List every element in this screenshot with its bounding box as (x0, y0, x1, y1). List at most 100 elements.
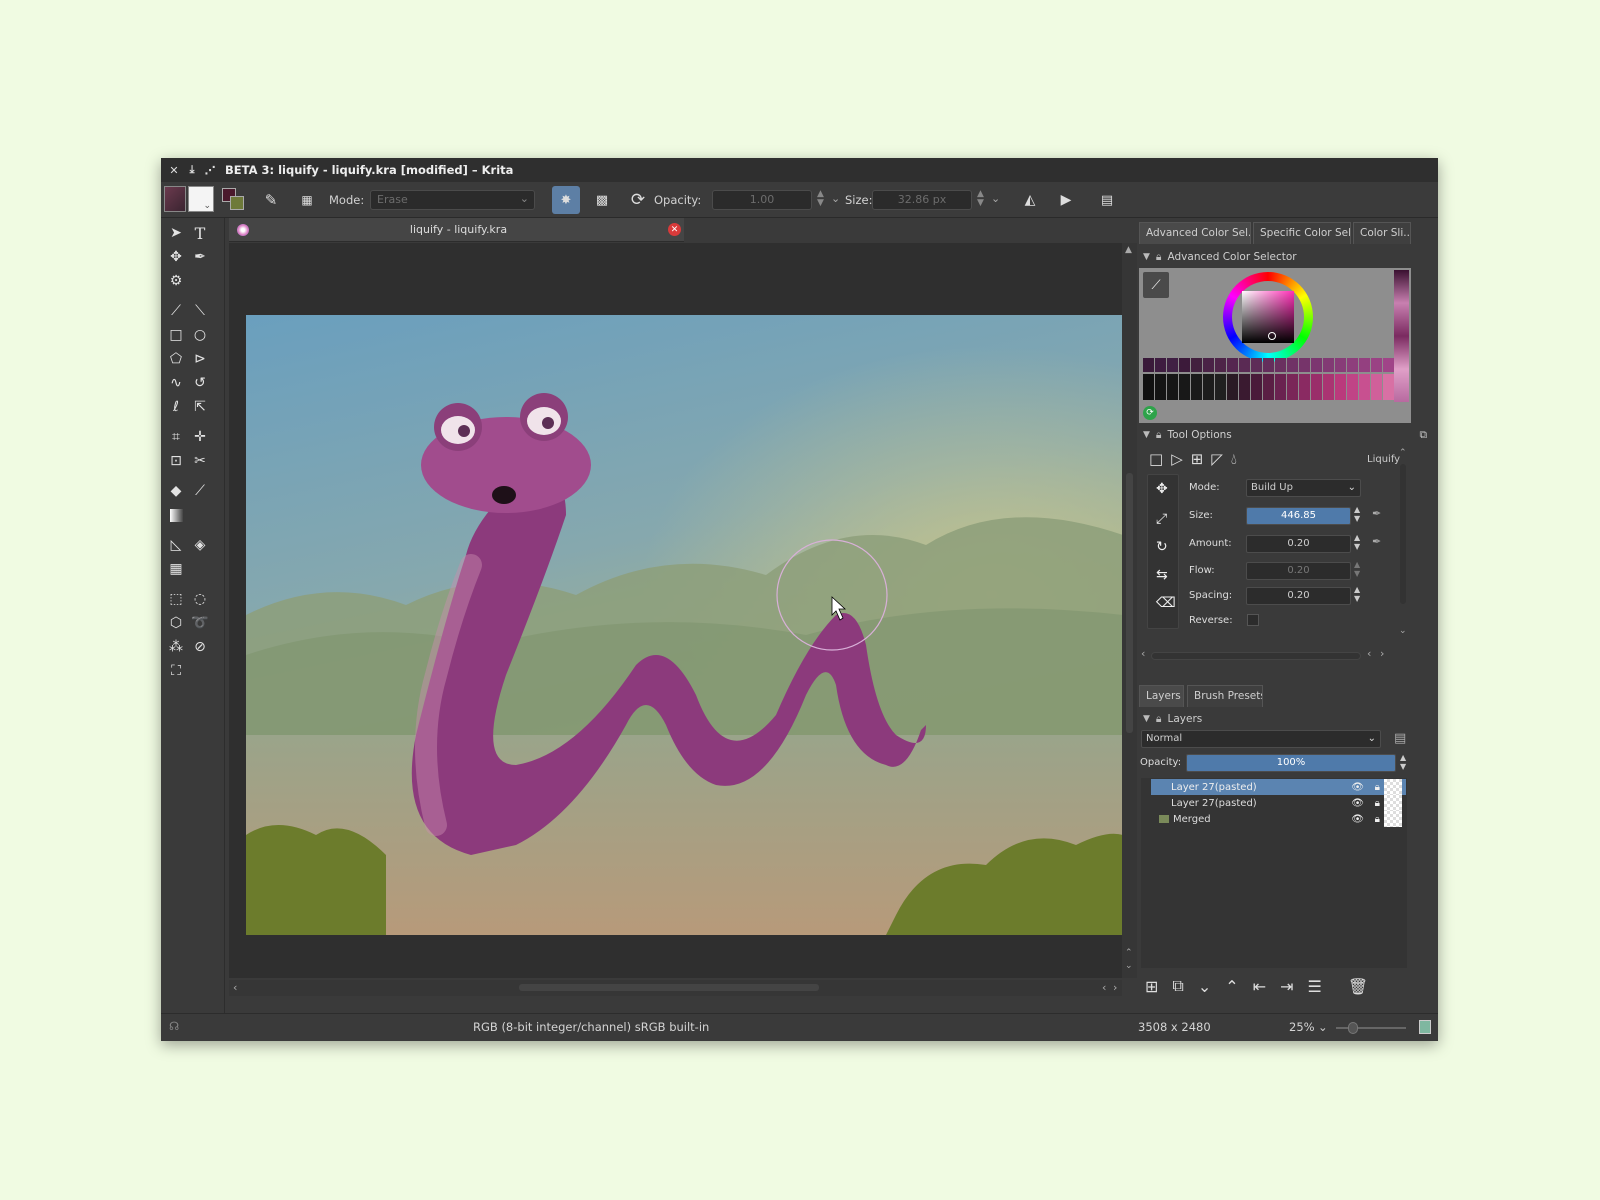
color-patch[interactable] (1323, 374, 1334, 400)
liquify-mode-select[interactable]: Build Up ⌄ (1246, 479, 1361, 497)
scroll-down-icon[interactable]: ⌄ (1125, 961, 1133, 971)
vertical-scrollbar[interactable]: ▲ ⌃ ⌄ (1122, 243, 1137, 978)
scroll-up-icon[interactable]: ⌃ (1399, 448, 1407, 458)
tab-brush-presets[interactable]: Brush Presets (1187, 685, 1263, 707)
liquify-size-input[interactable]: 446.85 (1246, 507, 1351, 525)
scroll-left-icon[interactable]: ‹ (1141, 647, 1145, 660)
undo-mode-icon[interactable]: ⌫ (1156, 595, 1176, 611)
color-patch[interactable] (1359, 358, 1370, 372)
color-patches[interactable] (1143, 358, 1394, 402)
scroll-up-icon[interactable]: ⌃ (1125, 948, 1133, 958)
document-tab[interactable]: liquify - liquify.kra ✕ (229, 218, 684, 242)
color-patch[interactable] (1143, 358, 1154, 372)
erase-mode-toggle[interactable]: ✸ (552, 186, 580, 214)
polyline-tool[interactable]: ⊳ (189, 348, 211, 370)
scroll-left-icon[interactable]: ‹ (1102, 981, 1106, 994)
minimize-window-icon[interactable]: ⤓ (183, 163, 201, 177)
maximize-window-icon[interactable]: ⋰ (201, 164, 219, 177)
color-patch[interactable] (1227, 374, 1238, 400)
grid-tool[interactable]: ▦ (165, 558, 187, 580)
canvas-viewport[interactable] (229, 243, 1123, 978)
color-patch[interactable] (1263, 374, 1274, 400)
color-selector-area[interactable]: ⟋ ⟳ (1139, 268, 1411, 423)
lock-icon[interactable]: 🔒︎ (1375, 782, 1380, 793)
layer-properties-icon[interactable]: ☰ (1307, 977, 1321, 996)
color-patch[interactable] (1167, 358, 1178, 372)
color-patch[interactable] (1167, 374, 1178, 400)
color-patch[interactable] (1359, 374, 1370, 400)
zoom-slider[interactable] (1336, 1022, 1406, 1034)
chevron-down-icon[interactable]: ⌄ (831, 192, 840, 205)
select-shapes-tool[interactable]: ➤ (165, 222, 187, 244)
color-patch[interactable] (1299, 374, 1310, 400)
pressure-pen-icon[interactable]: ✒ (1372, 507, 1381, 520)
scroll-down-icon[interactable]: ⌄ (1399, 626, 1407, 636)
flow-spinner-icon[interactable]: ▲ ▼ (1354, 560, 1360, 578)
hue-ring[interactable] (1223, 272, 1313, 362)
contiguous-select-tool[interactable]: ⁂ (165, 636, 187, 658)
opacity-slider[interactable]: 1.00 (712, 190, 812, 210)
rect-select-tool[interactable]: ⬚ (165, 588, 187, 610)
color-patch[interactable] (1215, 374, 1226, 400)
liquify-flow-input[interactable]: 0.20 (1246, 562, 1351, 580)
calligraphy-tool[interactable]: ✒ (189, 246, 211, 268)
visibility-eye-icon[interactable]: 👁︎ (1351, 798, 1364, 809)
layer-row[interactable]: Layer 27(pasted) 👁︎ 🔒︎ (1151, 795, 1406, 811)
layer-filter-icon[interactable]: ▤ (1394, 731, 1406, 746)
scale-mode-icon[interactable]: ⤢ (1156, 511, 1167, 527)
worm-painting[interactable] (246, 315, 1123, 935)
color-patch[interactable] (1287, 374, 1298, 400)
bezier-tool[interactable]: ∿ (165, 372, 187, 394)
brush-preset-button[interactable]: ✎ (257, 186, 285, 214)
horizontal-scrollbar[interactable]: ‹ ‹ › (229, 980, 1122, 996)
chevron-down-icon[interactable]: ⌄ (1318, 1020, 1328, 1034)
color-patch[interactable] (1371, 374, 1382, 400)
zoom-level[interactable]: 25% (1289, 1020, 1315, 1034)
close-window-icon[interactable]: ✕ (165, 164, 183, 177)
color-patch[interactable] (1263, 358, 1274, 372)
move-into-group-icon[interactable]: ⇤ (1253, 977, 1266, 996)
offset-mode-icon[interactable]: ⇆ (1156, 567, 1168, 583)
color-patch[interactable] (1179, 358, 1190, 372)
color-patch[interactable] (1191, 374, 1202, 400)
refresh-colors-icon[interactable]: ⟳ (1143, 406, 1157, 420)
layer-blend-mode-select[interactable]: Normal ⌄ (1141, 730, 1381, 748)
mirror-vertical-button[interactable]: ▶ (1052, 186, 1080, 214)
free-transform-icon[interactable]: □ (1149, 450, 1163, 468)
gradient-chooser[interactable]: ⌄ (188, 186, 214, 212)
color-patch[interactable] (1179, 374, 1190, 400)
color-patch[interactable] (1215, 358, 1226, 372)
color-patch[interactable] (1275, 374, 1286, 400)
color-patch[interactable] (1239, 358, 1250, 372)
move-out-group-icon[interactable]: ⇥ (1280, 977, 1293, 996)
color-patch[interactable] (1383, 374, 1394, 400)
reload-preset-button[interactable]: ⟳ (624, 186, 652, 214)
lock-icon[interactable]: 🔒︎ (1156, 429, 1162, 442)
edit-shapes-tool[interactable]: ✥ (165, 246, 187, 268)
crop-tool[interactable]: ⌗ (165, 426, 187, 448)
reverse-checkbox[interactable] (1247, 614, 1259, 626)
visibility-eye-icon[interactable]: 👁︎ (1351, 782, 1364, 793)
color-picker-tool[interactable]: ⟋ (189, 480, 211, 502)
workspace-button[interactable]: ▤ (1093, 186, 1121, 214)
liquify-amount-input[interactable]: 0.20 (1246, 535, 1351, 553)
color-patch[interactable] (1227, 358, 1238, 372)
add-layer-icon[interactable]: ⊞ (1145, 977, 1158, 996)
pattern-chooser[interactable] (164, 186, 186, 212)
perspective-transform-icon[interactable]: ▷ (1171, 450, 1183, 468)
pressure-pen-icon[interactable]: ✒ (1372, 535, 1381, 548)
lock-icon[interactable]: 🔒︎ (1156, 251, 1162, 264)
fill-tool[interactable]: ◆ (165, 480, 187, 502)
spacing-spinner-icon[interactable]: ▲ ▼ (1354, 585, 1360, 603)
transform-tool[interactable]: ⊡ (165, 450, 187, 472)
scroll-left-icon[interactable]: ‹ (1367, 647, 1371, 660)
eyedropper-button[interactable]: ⟋ (1143, 272, 1169, 298)
scroll-left-icon[interactable]: ‹ (233, 981, 237, 994)
warp-transform-icon[interactable]: ⊞ (1191, 450, 1204, 468)
similar-select-tool[interactable]: ⊘ (189, 636, 211, 658)
layer-opacity-slider[interactable]: 100% (1186, 754, 1396, 772)
dynamic-brush-tool[interactable]: ↺ (189, 372, 211, 394)
liquify-spacing-input[interactable]: 0.20 (1246, 587, 1351, 605)
color-patch[interactable] (1347, 374, 1358, 400)
tab-advanced-color-selector[interactable]: Advanced Color Sel... (1139, 222, 1251, 244)
